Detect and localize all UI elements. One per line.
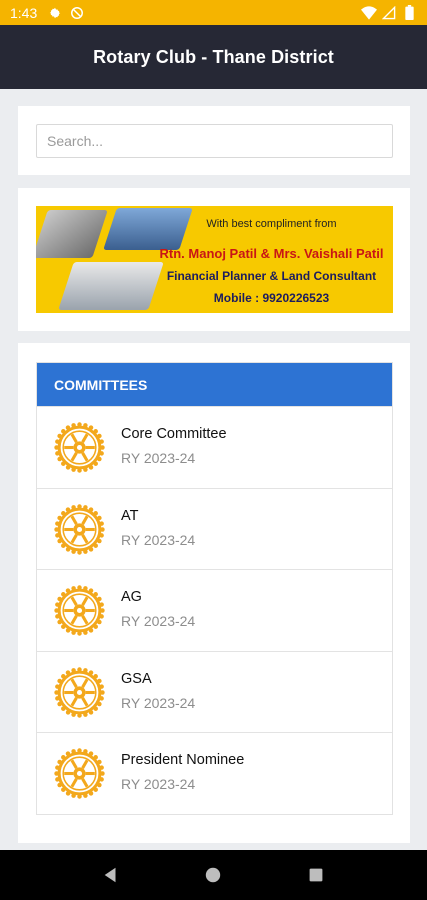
home-icon[interactable] — [198, 860, 228, 890]
rotary-wheel-icon — [54, 422, 105, 473]
committee-item[interactable]: AG RY 2023-24 — [37, 569, 392, 651]
banner-profession: Financial Planner & Land Consultant — [166, 269, 377, 283]
banner-mobile: Mobile : 9920226523 — [213, 291, 330, 305]
committees-card: COMMITTEES Core Committee RY 2023-24 AT RY … — [18, 343, 410, 843]
committee-name: AG — [121, 589, 142, 606]
no-disturb-icon — [69, 5, 85, 21]
committee-item[interactable]: President Nominee RY 2023-24 — [37, 732, 392, 814]
banner-greeting: With best compliment from — [206, 218, 337, 230]
signal-icon — [381, 5, 397, 21]
app-title: Rotary Club - Thane District — [93, 46, 334, 67]
banner-property-image — [58, 262, 164, 310]
search-card — [18, 106, 410, 175]
rotary-wheel-icon — [54, 585, 105, 636]
status-time: 1:43 — [10, 4, 38, 21]
battery-icon — [401, 5, 417, 21]
wifi-icon — [361, 5, 377, 21]
banner-sponsor-name: Rtn. Manoj Patil & Mrs. Vaishali Patil — [159, 246, 384, 261]
committee-year: RY 2023-24 — [121, 613, 196, 630]
committee-name: Core Committee — [121, 426, 227, 442]
committee-year: RY 2023-24 — [121, 694, 196, 711]
rotary-wheel-icon — [54, 667, 105, 718]
committees-header: COMMITTEES — [37, 363, 392, 406]
committee-year: RY 2023-24 — [121, 776, 196, 793]
status-bar: 1:43 — [0, 0, 427, 25]
sponsor-banner[interactable]: With best compliment from Rtn. Manoj Pat… — [36, 206, 393, 313]
back-icon[interactable] — [96, 860, 126, 890]
committee-item[interactable]: AT RY 2023-24 — [37, 487, 392, 570]
search-input[interactable] — [36, 124, 393, 158]
committee-item[interactable]: Core Committee RY 2023-24 — [37, 406, 392, 488]
committee-name: GSA — [121, 670, 152, 687]
committee-year: RY 2023-24 — [121, 531, 196, 548]
committee-name: President Nominee — [121, 752, 245, 769]
gear-icon — [47, 5, 63, 21]
committee-list: COMMITTEES Core Committee RY 2023-24 AT RY … — [36, 362, 393, 815]
navigation-bar — [0, 850, 427, 900]
banner-documents-image — [36, 210, 108, 258]
committee-name: AT — [121, 507, 139, 524]
rotary-wheel-icon — [54, 503, 105, 555]
committee-year: RY 2023-24 — [121, 450, 196, 466]
app-bar: Rotary Club - Thane District — [0, 25, 427, 89]
rotary-wheel-icon — [54, 748, 105, 800]
recents-icon[interactable] — [301, 860, 331, 890]
committee-item[interactable]: GSA RY 2023-24 — [37, 650, 392, 733]
banner-card: With best compliment from Rtn. Manoj Pat… — [18, 188, 410, 331]
